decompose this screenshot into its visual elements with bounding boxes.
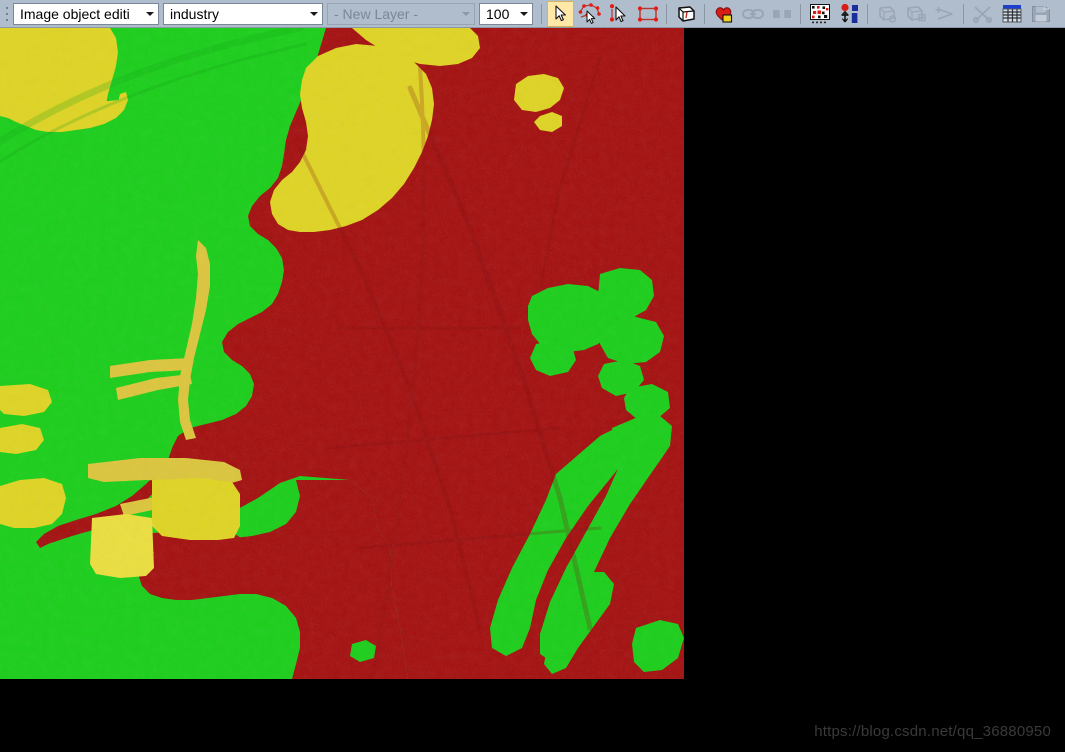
class-select[interactable]: industry bbox=[163, 2, 323, 25]
rectangle-select-button[interactable] bbox=[634, 1, 661, 27]
chevron-down-icon bbox=[457, 4, 474, 24]
classified-image[interactable] bbox=[0, 28, 684, 679]
add-arrow-icon bbox=[935, 6, 953, 20]
grip-dot bbox=[5, 18, 8, 21]
chevron-down-icon[interactable] bbox=[515, 4, 532, 24]
edit-mode-select[interactable]: Image object editi bbox=[13, 2, 159, 25]
toolbar-separator bbox=[541, 3, 542, 24]
delete-selection-button bbox=[969, 1, 996, 27]
sample-editor-icon bbox=[840, 3, 858, 23]
chain-link-icon bbox=[741, 8, 764, 19]
unlink-objects-button bbox=[768, 1, 795, 27]
grip-dot bbox=[5, 6, 8, 9]
paste-object-button bbox=[902, 1, 929, 27]
grip-dot bbox=[5, 12, 8, 15]
save-disk-icon bbox=[1031, 5, 1050, 22]
broken-link-icon bbox=[772, 8, 791, 19]
merge-objects-icon bbox=[677, 5, 695, 22]
classification-overlay bbox=[0, 28, 684, 679]
chevron-down-icon[interactable] bbox=[141, 4, 158, 24]
polygon-cursor-icon bbox=[578, 3, 601, 24]
link-objects-button bbox=[739, 1, 766, 27]
classify-heart-icon bbox=[715, 6, 732, 23]
toolbar-separator bbox=[867, 3, 868, 24]
toolbar-separator bbox=[666, 3, 667, 24]
object-merge-button[interactable] bbox=[672, 1, 699, 27]
select-points-button[interactable] bbox=[605, 1, 632, 27]
image-texture-coarse bbox=[0, 28, 684, 679]
toolbar-drag-handle[interactable] bbox=[2, 3, 11, 25]
save-changes-button bbox=[1027, 1, 1054, 27]
watermark-text: https://blog.csdn.net/qq_36880950 bbox=[814, 723, 1051, 740]
layer-select: - New Layer - bbox=[327, 2, 475, 25]
image-viewport[interactable] bbox=[0, 28, 1065, 752]
point-cursor-icon bbox=[609, 4, 626, 23]
copy-object-button bbox=[873, 1, 900, 27]
zoom-select[interactable]: 100 bbox=[479, 2, 533, 25]
toolbar-separator bbox=[800, 3, 801, 24]
add-shape-button bbox=[931, 1, 958, 27]
scissors-cross-icon bbox=[972, 5, 992, 23]
toolbar-separator bbox=[963, 3, 964, 24]
zoom-select-value: 100 bbox=[486, 5, 510, 22]
toolbar-separator bbox=[704, 3, 705, 24]
thematic-edit-button[interactable] bbox=[806, 1, 833, 27]
chevron-down-icon[interactable] bbox=[305, 4, 322, 24]
class-select-value: industry bbox=[170, 5, 220, 22]
main-toolbar: Image object editi industry - New Layer … bbox=[0, 0, 1065, 28]
layer-select-value: - New Layer - bbox=[334, 5, 419, 22]
table-grid-icon bbox=[1002, 4, 1021, 22]
thematic-layer-icon bbox=[809, 3, 830, 23]
sample-edit-button[interactable] bbox=[835, 1, 862, 27]
manual-object-cut-button[interactable] bbox=[576, 1, 603, 27]
classify-object-button[interactable] bbox=[710, 1, 737, 27]
cursor-arrow-button[interactable] bbox=[547, 0, 574, 27]
open-table-button[interactable] bbox=[998, 1, 1025, 27]
rectangle-select-icon bbox=[637, 5, 658, 22]
copy-shape-icon bbox=[878, 5, 896, 23]
paste-shape-icon bbox=[906, 5, 926, 21]
edit-mode-value: Image object editi bbox=[20, 5, 130, 22]
arrow-cursor-icon bbox=[554, 4, 566, 21]
